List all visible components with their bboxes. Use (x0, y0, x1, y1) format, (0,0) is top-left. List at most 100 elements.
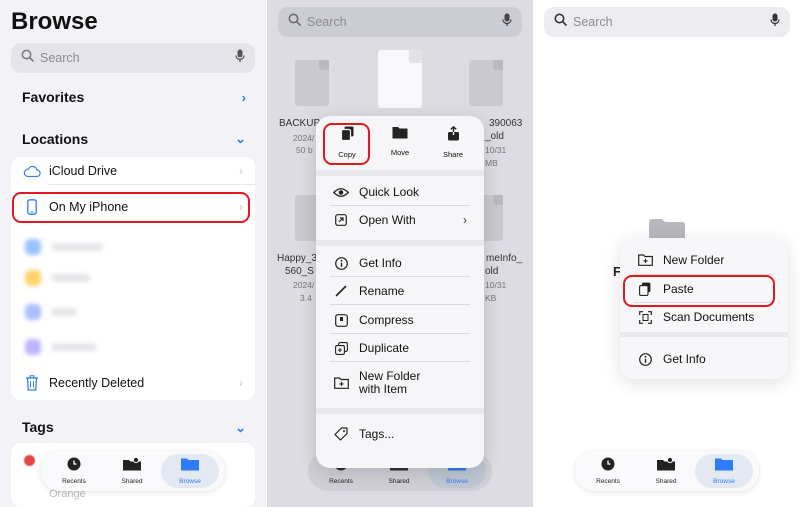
paste-icon (637, 282, 653, 296)
menu-item-scan-documents[interactable]: Scan Documents (620, 307, 788, 327)
chevron-right-icon: › (239, 376, 243, 390)
folder-icon (392, 126, 408, 144)
microphone-icon[interactable] (502, 13, 512, 32)
menu-item-open-with[interactable]: Open With › (316, 210, 484, 230)
microphone-icon[interactable] (770, 13, 780, 32)
file-name: 390063 (489, 118, 523, 129)
file-name: Happy_3 (277, 253, 318, 264)
info-icon (333, 256, 349, 270)
menu-item-tags[interactable]: Tags... (316, 424, 484, 444)
shared-folder-icon (656, 456, 676, 476)
tab-browse[interactable]: Browse (161, 454, 219, 488)
menu-item-quick-look[interactable]: Quick Look (316, 182, 484, 202)
file-name: _old (485, 131, 504, 142)
menu-item-rename[interactable]: Rename (316, 281, 484, 301)
eye-icon (333, 187, 349, 198)
blurred-location-icon (25, 339, 41, 355)
tags-header[interactable]: Tags (22, 419, 54, 435)
file-icon[interactable] (378, 50, 422, 108)
blurred-location-icon (25, 270, 41, 286)
file-date: 10/31 (485, 280, 507, 290)
file-name: 560_S (285, 266, 314, 277)
tab-recents[interactable]: Recents (579, 454, 637, 488)
tag-color-dot (24, 455, 35, 466)
menu-item-paste[interactable]: Paste (620, 279, 788, 299)
archive-icon (333, 313, 349, 327)
info-icon (637, 352, 653, 366)
pencil-icon (333, 285, 349, 297)
menu-item-get-info[interactable]: Get Info (620, 349, 788, 369)
menu-item-new-folder-with-item[interactable]: New Folder with Item (316, 368, 484, 398)
trash-icon (23, 374, 41, 392)
new-folder-icon (637, 254, 653, 266)
scan-icon (637, 310, 653, 324)
locations-list: iCloud Drive › On My iPhone › Recently D… (11, 157, 255, 400)
search-field[interactable]: Search (11, 43, 255, 73)
blurred-location-label (51, 243, 103, 251)
menu-item-get-info[interactable]: Get Info (316, 253, 484, 273)
shared-folder-icon (122, 456, 142, 476)
menu-item-new-folder[interactable]: New Folder (620, 250, 788, 270)
search-input[interactable]: Search (307, 15, 502, 29)
location-label: iCloud Drive (49, 164, 118, 178)
menu-item-duplicate[interactable]: Duplicate (316, 338, 484, 358)
file-icon[interactable] (295, 60, 329, 106)
blurred-location-label (51, 274, 91, 282)
file-size: 50 b (296, 145, 313, 155)
tab-recents[interactable]: Recents (45, 454, 103, 488)
file-date: 10/31 (485, 145, 507, 155)
blurred-location-icon (25, 239, 41, 255)
folder-icon (180, 457, 200, 476)
phone-icon (23, 198, 41, 216)
file-size: MB (485, 158, 498, 168)
microphone-icon[interactable] (235, 49, 245, 68)
search-icon (21, 49, 34, 67)
locations-header[interactable]: Locations (22, 131, 88, 147)
blurred-location-label (51, 343, 97, 351)
tab-browse[interactable]: Browse (695, 454, 753, 488)
open-with-icon (333, 214, 349, 226)
menu-item-compress[interactable]: Compress (316, 310, 484, 330)
chevron-right-icon: › (239, 164, 243, 178)
paste-menu: New Folder Paste Scan Documents Get Info (620, 238, 788, 379)
tab-bar: Recents Shared Browse (575, 451, 759, 491)
tab-shared[interactable]: Shared (103, 454, 161, 488)
location-label: Recently Deleted (49, 376, 145, 390)
chevron-down-icon[interactable]: ⌄ (235, 131, 246, 147)
tag-icon (333, 427, 349, 441)
page-title: Browse (11, 8, 98, 35)
chevron-right-icon[interactable]: › (242, 90, 246, 105)
search-icon (554, 13, 567, 31)
search-input[interactable]: Search (40, 51, 235, 65)
new-folder-icon (333, 377, 349, 389)
chevron-down-icon[interactable]: ⌄ (235, 420, 246, 436)
copy-button[interactable]: Copy (322, 126, 372, 159)
search-field[interactable]: Search (278, 7, 522, 37)
context-menu: Copy Move Share Quick Look Open With › G… (316, 116, 484, 468)
file-date: 2024/ (293, 280, 315, 290)
search-input[interactable]: Search (573, 15, 770, 29)
clock-icon (67, 457, 81, 476)
folder-icon (714, 457, 734, 476)
search-icon (288, 13, 301, 31)
file-icon[interactable] (469, 60, 503, 106)
file-name: meInfo_ (486, 253, 523, 264)
clock-icon (601, 457, 615, 476)
share-button[interactable]: Share (428, 125, 478, 159)
chevron-right-icon: › (463, 213, 467, 227)
files-panel: Search BACKUP_ 2024/ 50 b 390063 _old 10… (267, 0, 533, 507)
tab-shared[interactable]: Shared (637, 454, 695, 488)
file-size: KB (485, 293, 497, 303)
file-date: 2024/ (293, 133, 315, 143)
chevron-right-icon: › (239, 200, 243, 214)
location-label: On My iPhone (49, 200, 129, 214)
location-recently-deleted[interactable]: Recently Deleted › (11, 369, 255, 397)
share-icon (447, 125, 460, 146)
file-size: 3.4 (300, 293, 312, 303)
search-field[interactable]: Search (544, 7, 790, 37)
move-button[interactable]: Move (375, 126, 425, 157)
favorites-header[interactable]: Favorites (22, 89, 84, 105)
location-on-my-iphone[interactable]: On My iPhone › (11, 193, 255, 221)
cloud-icon (23, 162, 41, 180)
location-icloud-drive[interactable]: iCloud Drive › (11, 157, 255, 185)
